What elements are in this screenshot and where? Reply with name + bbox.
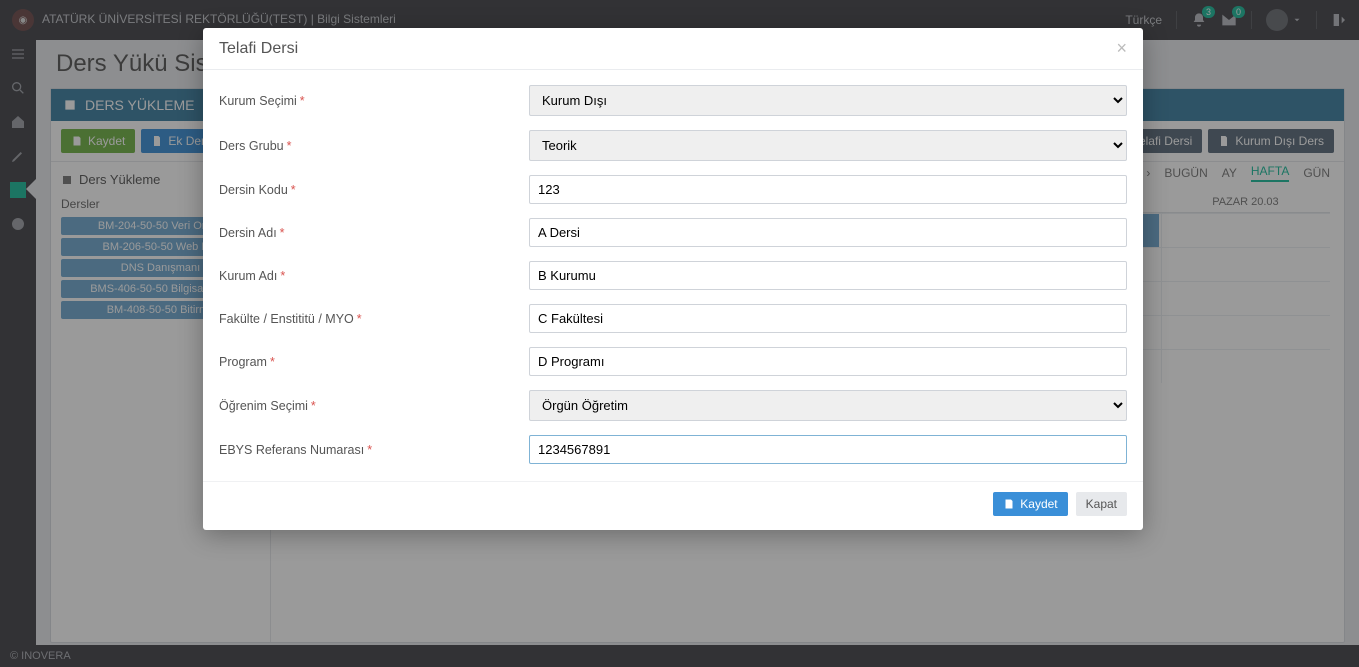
label-fakulte: Fakülte / Enstititü / MYO <box>219 312 354 326</box>
label-program: Program <box>219 355 267 369</box>
modal-title: Telafi Dersi <box>219 40 298 58</box>
input-kurum-adi[interactable] <box>529 261 1127 290</box>
input-dersin-kodu[interactable] <box>529 175 1127 204</box>
modal-save-button[interactable]: Kaydet <box>993 492 1067 516</box>
label-kurum-adi: Kurum Adı <box>219 269 277 283</box>
input-fakulte[interactable] <box>529 304 1127 333</box>
select-ders-grubu[interactable]: Teorik <box>529 130 1127 161</box>
save-icon <box>1003 498 1015 510</box>
select-ogrenim-secimi[interactable]: Örgün Öğretim <box>529 390 1127 421</box>
modal-close-button[interactable]: Kapat <box>1076 492 1127 516</box>
label-dersin-adi: Dersin Adı <box>219 226 277 240</box>
modal-close-x[interactable]: × <box>1116 38 1127 59</box>
label-ogrenim-secimi: Öğrenim Seçimi <box>219 399 308 413</box>
modal-telafi-dersi: Telafi Dersi × Kurum Seçimi* Kurum Dışı … <box>203 28 1143 530</box>
select-kurum-secimi[interactable]: Kurum Dışı <box>529 85 1127 116</box>
input-dersin-adi[interactable] <box>529 218 1127 247</box>
input-program[interactable] <box>529 347 1127 376</box>
label-kurum-secimi: Kurum Seçimi <box>219 94 297 108</box>
input-ebys[interactable] <box>529 435 1127 464</box>
label-ebys: EBYS Referans Numarası <box>219 443 364 457</box>
label-ders-grubu: Ders Grubu <box>219 139 284 153</box>
label-dersin-kodu: Dersin Kodu <box>219 183 288 197</box>
